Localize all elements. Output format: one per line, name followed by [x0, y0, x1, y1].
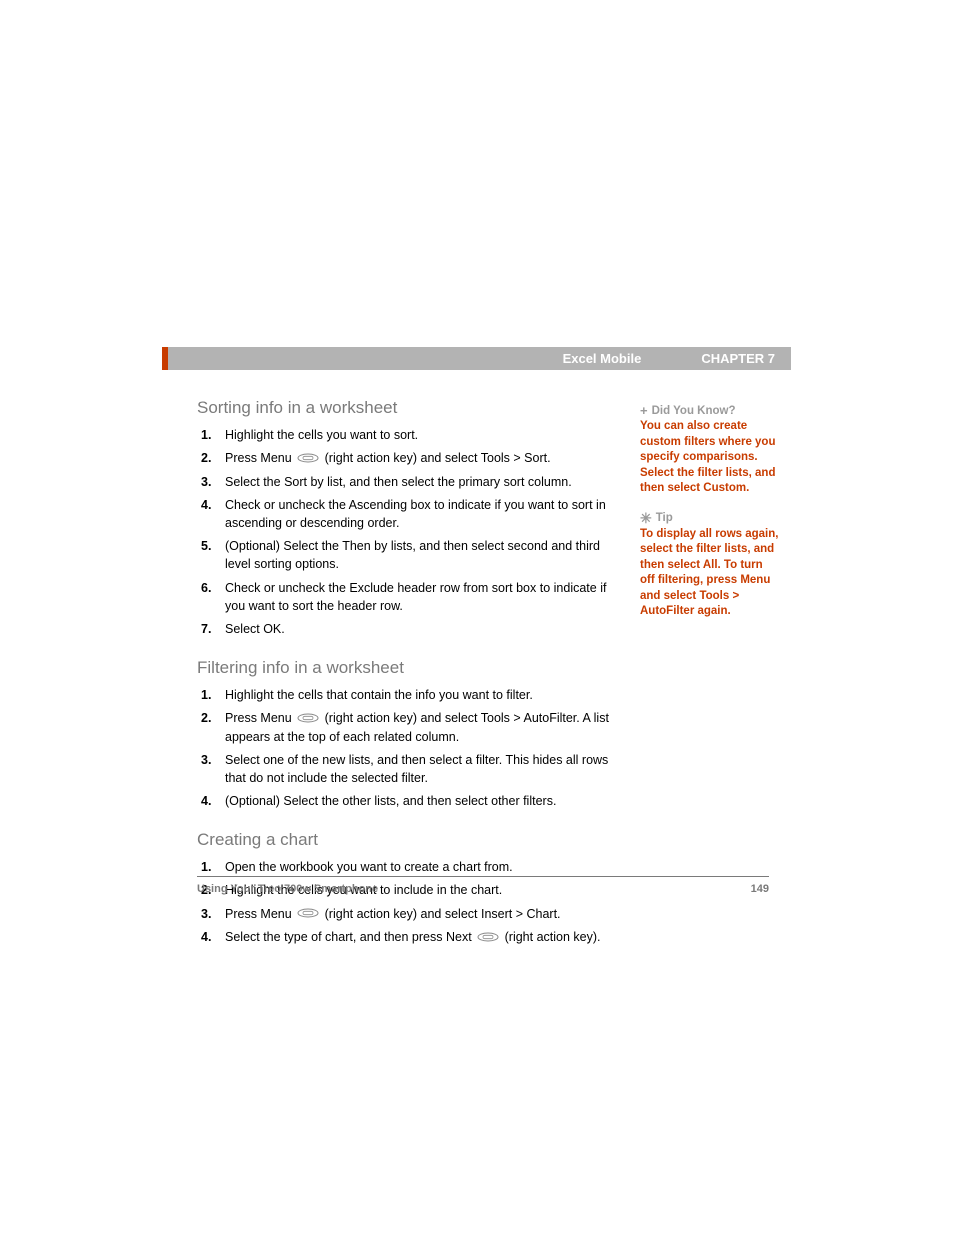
footer-title: Using Your Treo 700w Smartphone — [197, 883, 378, 895]
sidebar-body: To display all rows again, select the fi… — [640, 527, 780, 620]
steps-chart: Open the workbook you want to create a c… — [197, 858, 612, 947]
softkey-icon — [297, 710, 319, 728]
header-section: Excel Mobile — [563, 351, 642, 366]
list-item: Check or uncheck the Ascending box to in… — [197, 496, 612, 532]
header-chapter: CHAPTER 7 — [701, 351, 775, 366]
sidebar-heading: + Did You Know? — [640, 404, 780, 417]
page-number: 149 — [751, 883, 769, 895]
footer: Using Your Treo 700w Smartphone 149 — [197, 876, 769, 895]
list-item: Press Menu (right action key) and select… — [197, 709, 612, 746]
section-title-sorting: Sorting info in a worksheet — [197, 398, 612, 418]
list-item: (Optional) Select the other lists, and t… — [197, 792, 612, 810]
list-item: Select the Sort by list, and then select… — [197, 473, 612, 491]
section-title-filtering: Filtering info in a worksheet — [197, 658, 612, 678]
list-item: Select OK. — [197, 620, 612, 638]
list-item: Select the type of chart, and then press… — [197, 928, 612, 947]
list-item: Highlight the cells you want to sort. — [197, 426, 612, 444]
list-item: Select one of the new lists, and then se… — [197, 751, 612, 787]
list-item: Highlight the cells that contain the inf… — [197, 686, 612, 704]
section-title-chart: Creating a chart — [197, 830, 612, 850]
list-item: Press Menu (right action key) and select… — [197, 905, 612, 924]
list-item: Press Menu (right action key) and select… — [197, 449, 612, 468]
sidebar-did-you-know: + Did You Know? You can also create cust… — [640, 404, 780, 497]
asterisk-icon: ✳ — [640, 511, 652, 525]
list-item: (Optional) Select the Then by lists, and… — [197, 537, 612, 573]
softkey-icon — [477, 929, 499, 947]
list-item: Open the workbook you want to create a c… — [197, 858, 612, 876]
sidebar-body: You can also create custom filters where… — [640, 419, 780, 497]
steps-filtering: Highlight the cells that contain the inf… — [197, 686, 612, 810]
plus-icon: + — [640, 404, 648, 417]
softkey-icon — [297, 450, 319, 468]
softkey-icon — [297, 905, 319, 923]
sidebar: + Did You Know? You can also create cust… — [640, 404, 780, 634]
sidebar-tip: ✳ Tip To display all rows again, select … — [640, 511, 780, 620]
steps-sorting: Highlight the cells you want to sort. Pr… — [197, 426, 612, 638]
sidebar-heading: ✳ Tip — [640, 511, 780, 525]
header-bar: Excel Mobile CHAPTER 7 — [162, 347, 791, 370]
list-item: Check or uncheck the Exclude header row … — [197, 579, 612, 615]
page: Excel Mobile CHAPTER 7 Sorting info in a… — [0, 0, 954, 1235]
